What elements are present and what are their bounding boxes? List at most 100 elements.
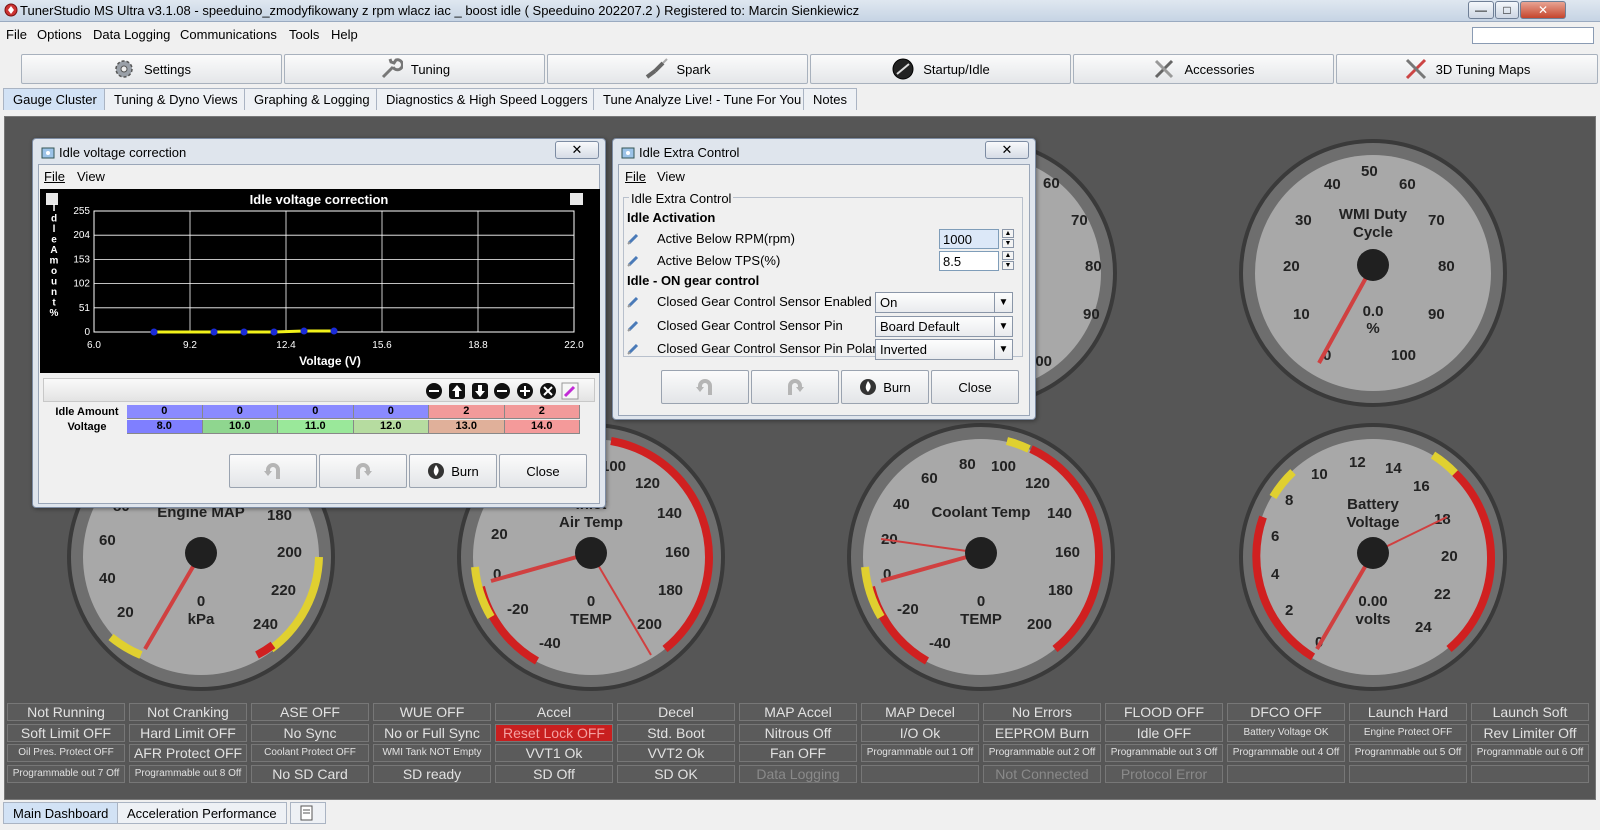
spark-label: Spark [676, 61, 711, 77]
tps-spin-down[interactable]: ▼ [1002, 261, 1014, 270]
wmi-tick: 80 [1438, 258, 1455, 275]
edit-note-icon[interactable] [627, 341, 641, 355]
dialog-close-button[interactable]: ✕ [985, 141, 1029, 159]
tab-notes[interactable]: Notes [803, 88, 857, 110]
undo-button[interactable] [661, 370, 749, 404]
new-page-icon [300, 805, 313, 821]
data-point[interactable] [300, 327, 308, 335]
menu-tools[interactable]: Tools [289, 27, 319, 42]
data-point[interactable] [270, 328, 278, 336]
table-cell-idle-amount[interactable]: 0 [353, 405, 429, 419]
arrow-up-icon[interactable] [448, 382, 466, 400]
menu-communications[interactable]: Communications [180, 27, 277, 42]
increment-icon[interactable] [516, 382, 534, 400]
rpm-spin-up[interactable]: ▲ [1002, 229, 1014, 238]
table-cell-voltage[interactable]: 10.0 [202, 420, 278, 434]
undo-icon [696, 379, 712, 395]
3d-tuning-maps-button[interactable]: 3D Tuning Maps [1336, 54, 1598, 84]
tab-tuning-dyno-views[interactable]: Tuning & Dyno Views [104, 88, 248, 110]
edit-note-icon[interactable] [627, 253, 641, 267]
menu-view[interactable]: View [657, 169, 685, 184]
rpm-spin-down[interactable]: ▼ [1002, 239, 1014, 248]
tps-spin-up[interactable]: ▲ [1002, 251, 1014, 260]
chart-options-button[interactable] [570, 193, 583, 205]
table-cell-idle-amount[interactable]: 0 [127, 405, 203, 419]
tab-gauge-cluster[interactable]: Gauge Cluster [3, 88, 107, 110]
close-button[interactable]: Close [499, 454, 587, 488]
redo-button[interactable] [319, 454, 407, 488]
chart-title: Idle voltage correction [250, 192, 389, 207]
wmi-tick: 40 [1324, 176, 1341, 193]
gear-sensor-pin-select[interactable]: Board Default ▼ [875, 316, 1013, 337]
y-tick-label: 51 [79, 303, 91, 314]
table-cell-voltage[interactable]: 8.0 [127, 420, 203, 434]
burn-button[interactable]: Burn [409, 454, 497, 488]
search-input[interactable] [1472, 27, 1594, 44]
table-cell-idle-amount[interactable]: 0 [202, 405, 278, 419]
maximize-button[interactable]: □ [1495, 1, 1519, 19]
menu-file[interactable]: File [44, 169, 65, 184]
status-indicator: Soft Limit OFF [7, 723, 125, 742]
status-indicator: Programmable out 2 Off [983, 744, 1101, 762]
data-point[interactable] [330, 327, 338, 335]
pencil-icon[interactable] [561, 382, 579, 400]
table-cell-idle-amount[interactable]: 0 [278, 405, 354, 419]
data-point[interactable] [210, 328, 218, 336]
arrow-down-icon[interactable] [471, 382, 489, 400]
menu-view[interactable]: View [77, 169, 105, 184]
menu-file[interactable]: File [6, 27, 27, 42]
tuning-button[interactable]: Tuning [284, 54, 545, 84]
table-cell-idle-amount[interactable]: 2 [504, 405, 580, 419]
active-below-rpm-input[interactable]: 1000 [939, 229, 999, 249]
decrement-icon[interactable] [493, 382, 511, 400]
burn-button[interactable]: Burn [841, 370, 929, 404]
menu-options[interactable]: Options [37, 27, 82, 42]
edit-note-icon[interactable] [627, 231, 641, 245]
table-cell-voltage[interactable]: 12.0 [353, 420, 429, 434]
3d-tuning-maps-label: 3D Tuning Maps [1435, 61, 1531, 77]
wmi-tick: 70 [1428, 212, 1445, 229]
close-window-button[interactable]: ✕ [1520, 1, 1566, 19]
menu-data-logging[interactable]: Data Logging [93, 27, 170, 42]
status-indicator: MAP Accel [739, 703, 857, 721]
window-title: TunerStudio MS Ultra v3.1.08 - speeduino… [20, 3, 860, 18]
data-point[interactable] [240, 328, 248, 336]
gear-sensor-polarity-select[interactable]: Inverted ▼ [875, 339, 1013, 360]
map-tick: 200 [277, 544, 302, 561]
close-button[interactable]: Close [931, 370, 1019, 404]
edit-note-icon[interactable] [627, 318, 641, 332]
table-cell-voltage[interactable]: 14.0 [504, 420, 580, 434]
remove-row-icon[interactable] [425, 382, 443, 400]
active-below-tps-input[interactable]: 8.5 [939, 251, 999, 271]
menu-file[interactable]: File [625, 169, 646, 184]
table-cell-voltage[interactable]: 13.0 [429, 420, 505, 434]
accessories-button[interactable]: Accessories [1073, 54, 1334, 84]
table-cell-idle-amount[interactable]: 2 [429, 405, 505, 419]
burn-icon [860, 379, 877, 395]
add-dashboard-tab[interactable] [290, 802, 326, 824]
tab-diagnostics[interactable]: Diagnostics & High Speed Loggers [376, 88, 598, 110]
tab-acceleration-performance[interactable]: Acceleration Performance [117, 802, 287, 824]
settings-button[interactable]: Settings [21, 54, 282, 84]
tab-main-dashboard[interactable]: Main Dashboard [3, 802, 119, 824]
data-point[interactable] [150, 328, 158, 336]
menu-help[interactable]: Help [331, 27, 358, 42]
undo-button[interactable] [229, 454, 317, 488]
battery-tick: 10 [1311, 466, 1328, 483]
minimize-button[interactable]: — [1468, 1, 1494, 19]
multiply-icon[interactable] [539, 382, 557, 400]
edit-note-icon[interactable] [627, 294, 641, 308]
table-cell-voltage[interactable]: 11.0 [278, 420, 354, 434]
battery-unit: volts [1355, 611, 1390, 628]
status-indicator: Not Running [7, 703, 125, 721]
tab-tune-analyze-live[interactable]: Tune Analyze Live! - Tune For You [593, 88, 812, 110]
partial-tick: 70 [1071, 212, 1088, 229]
dialog-close-button[interactable]: ✕ [555, 141, 599, 159]
gear-sensor-enabled-select[interactable]: On ▼ [875, 292, 1013, 313]
redo-button[interactable] [751, 370, 839, 404]
app-icon [41, 147, 55, 159]
status-indicator: Programmable out 1 Off [861, 744, 979, 762]
tab-graphing-logging[interactable]: Graphing & Logging [244, 88, 380, 110]
spark-button[interactable]: Spark [547, 54, 808, 84]
startup-idle-button[interactable]: Startup/Idle [810, 54, 1071, 84]
